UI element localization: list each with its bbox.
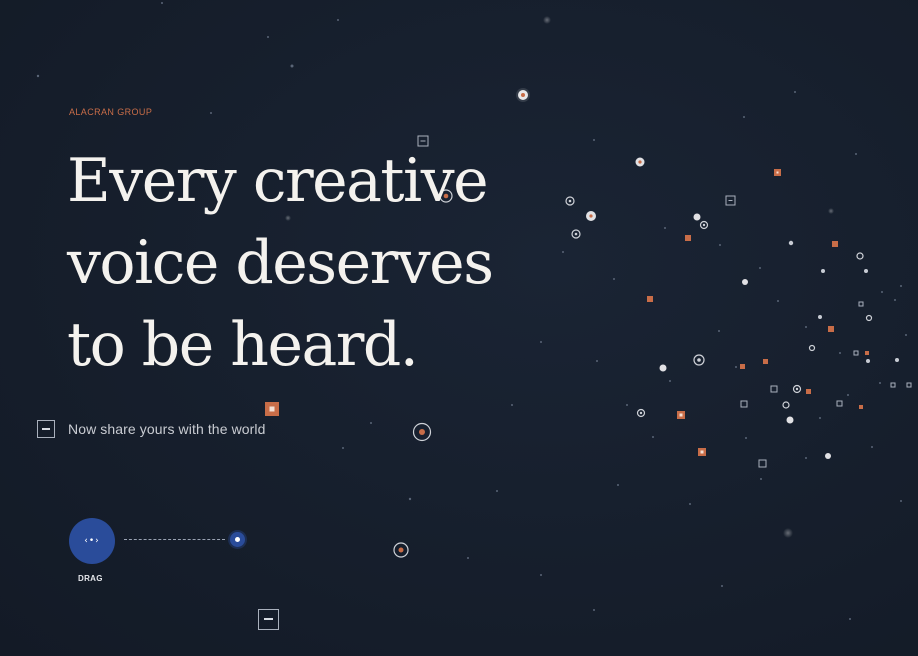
- drag-track: [124, 539, 225, 540]
- hero-subtitle: Now share yours with the world: [68, 421, 266, 437]
- minus-square-icon[interactable]: [37, 420, 55, 438]
- subtitle-row: Now share yours with the world: [37, 420, 266, 438]
- hero-headline: Every creative voice deserves to be hear…: [67, 140, 587, 386]
- brand-name: ALACRAN GROUP: [69, 107, 153, 117]
- target-dot-icon[interactable]: [230, 532, 245, 547]
- headline-line-2: voice deserves: [67, 228, 494, 298]
- bottom-minus-square-icon[interactable]: [258, 609, 279, 630]
- drag-arrows-icon: ‹•›: [84, 536, 100, 546]
- hero-stage: ALACRAN GROUP Every creative voice deser…: [0, 0, 918, 656]
- headline-line-1: Every creative: [67, 146, 489, 216]
- headline-line-3: to be heard.: [67, 310, 419, 380]
- drag-handle-button[interactable]: ‹•›: [69, 518, 115, 564]
- drag-label: DRAG: [78, 574, 103, 583]
